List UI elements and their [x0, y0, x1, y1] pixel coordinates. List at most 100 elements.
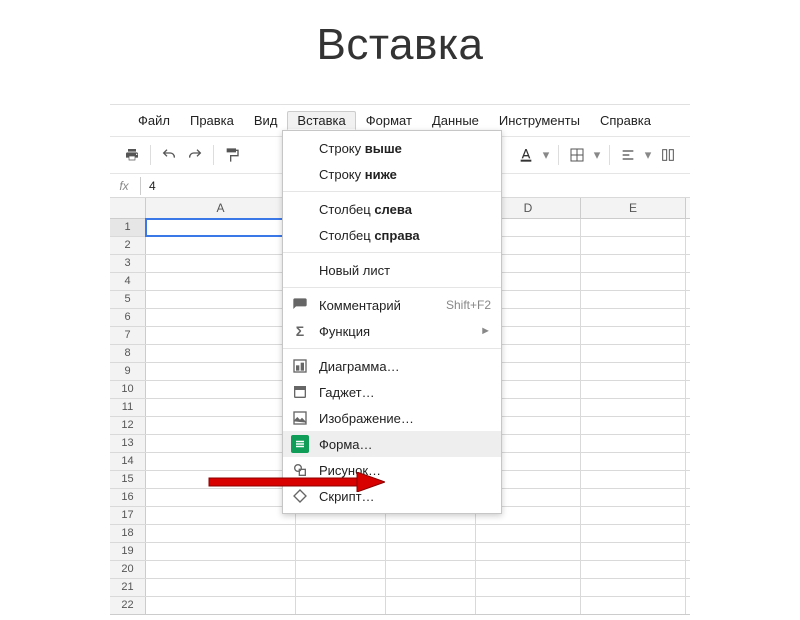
cell[interactable] [296, 579, 386, 596]
cell[interactable] [581, 579, 686, 596]
cell[interactable] [581, 489, 686, 506]
row-header[interactable]: 20 [110, 561, 146, 578]
column-header-e[interactable]: E [581, 198, 686, 218]
cell[interactable] [581, 327, 686, 344]
row-header[interactable]: 6 [110, 309, 146, 326]
cell[interactable] [146, 543, 296, 560]
redo-icon[interactable] [183, 143, 207, 167]
cell[interactable] [146, 561, 296, 578]
menu-file[interactable]: Файл [128, 111, 180, 130]
cell[interactable] [581, 381, 686, 398]
row-header[interactable]: 11 [110, 399, 146, 416]
chevron-down-icon[interactable]: ▾ [591, 143, 603, 167]
cell[interactable] [146, 363, 296, 380]
menuitem-column-left[interactable]: Столбец слева [283, 196, 501, 222]
cell[interactable] [146, 345, 296, 362]
cell[interactable] [581, 507, 686, 524]
cell[interactable] [581, 525, 686, 542]
chevron-down-icon[interactable]: ▾ [540, 143, 552, 167]
cell[interactable] [581, 453, 686, 470]
cell[interactable] [146, 453, 296, 470]
cell[interactable] [386, 543, 476, 560]
cell[interactable] [476, 543, 581, 560]
menuitem-drawing[interactable]: Рисунок… [283, 457, 501, 483]
menuitem-image[interactable]: Изображение… [283, 405, 501, 431]
formula-value[interactable]: 4 [143, 179, 156, 193]
cell[interactable] [581, 363, 686, 380]
menu-edit[interactable]: Правка [180, 111, 244, 130]
row-header[interactable]: 19 [110, 543, 146, 560]
cell[interactable] [146, 309, 296, 326]
cell[interactable] [296, 543, 386, 560]
menu-format[interactable]: Формат [356, 111, 422, 130]
cell[interactable] [386, 561, 476, 578]
row-header[interactable]: 7 [110, 327, 146, 344]
row-header[interactable]: 18 [110, 525, 146, 542]
select-all-corner[interactable] [110, 198, 146, 218]
cell[interactable]: 3 [146, 237, 296, 254]
undo-icon[interactable] [157, 143, 181, 167]
wrap-icon[interactable] [656, 143, 680, 167]
cell[interactable] [146, 579, 296, 596]
menuitem-column-right[interactable]: Столбец справа [283, 222, 501, 248]
menu-tools[interactable]: Инструменты [489, 111, 590, 130]
menu-insert[interactable]: Вставка [287, 111, 355, 130]
row-header[interactable]: 15 [110, 471, 146, 488]
cell[interactable] [581, 255, 686, 272]
cell[interactable] [581, 435, 686, 452]
cell[interactable]: 4 [146, 219, 296, 236]
row-header[interactable]: 10 [110, 381, 146, 398]
row-header[interactable]: 9 [110, 363, 146, 380]
print-icon[interactable] [120, 143, 144, 167]
cell[interactable] [581, 417, 686, 434]
menuitem-script[interactable]: Скрипт… [283, 483, 501, 509]
row-header[interactable]: 14 [110, 453, 146, 470]
cell[interactable] [581, 399, 686, 416]
cell[interactable] [581, 273, 686, 290]
cell[interactable]: 2 [146, 255, 296, 272]
cell[interactable] [581, 291, 686, 308]
cell[interactable] [386, 579, 476, 596]
paint-format-icon[interactable] [220, 143, 244, 167]
cell[interactable] [581, 345, 686, 362]
cell[interactable] [146, 381, 296, 398]
menu-data[interactable]: Данные [422, 111, 489, 130]
row-header[interactable]: 3 [110, 255, 146, 272]
cell[interactable] [146, 291, 296, 308]
column-header-a[interactable]: A [146, 198, 296, 218]
cell[interactable] [581, 543, 686, 560]
menuitem-row-below[interactable]: Строку ниже [283, 161, 501, 187]
cell[interactable] [581, 309, 686, 326]
cell[interactable] [581, 237, 686, 254]
cell[interactable] [476, 561, 581, 578]
cell[interactable] [581, 471, 686, 488]
row-header[interactable]: 12 [110, 417, 146, 434]
cell[interactable] [476, 525, 581, 542]
menuitem-row-above[interactable]: Строку выше [283, 135, 501, 161]
row-header[interactable]: 13 [110, 435, 146, 452]
row-header[interactable]: 4 [110, 273, 146, 290]
row-header[interactable]: 8 [110, 345, 146, 362]
align-icon[interactable] [616, 143, 640, 167]
cell[interactable] [146, 273, 296, 290]
cell[interactable] [296, 525, 386, 542]
chevron-down-icon[interactable]: ▾ [642, 143, 654, 167]
menuitem-function[interactable]: Σ Функция ► [283, 318, 501, 344]
menu-help[interactable]: Справка [590, 111, 661, 130]
row-header[interactable]: 16 [110, 489, 146, 506]
cell[interactable] [146, 417, 296, 434]
menuitem-comment[interactable]: Комментарий Shift+F2 [283, 292, 501, 318]
cell[interactable] [146, 435, 296, 452]
font-color-icon[interactable] [514, 143, 538, 167]
menuitem-new-sheet[interactable]: Новый лист [283, 257, 501, 283]
cell[interactable] [146, 471, 296, 488]
menuitem-gadget[interactable]: Гаджет… [283, 379, 501, 405]
cell[interactable] [386, 525, 476, 542]
row-header[interactable]: 21 [110, 579, 146, 596]
cell[interactable] [296, 561, 386, 578]
cell[interactable] [146, 525, 296, 542]
menuitem-form[interactable]: Форма… [283, 431, 501, 457]
row-header[interactable]: 5 [110, 291, 146, 308]
cell[interactable] [581, 219, 686, 236]
cell[interactable] [146, 489, 296, 506]
